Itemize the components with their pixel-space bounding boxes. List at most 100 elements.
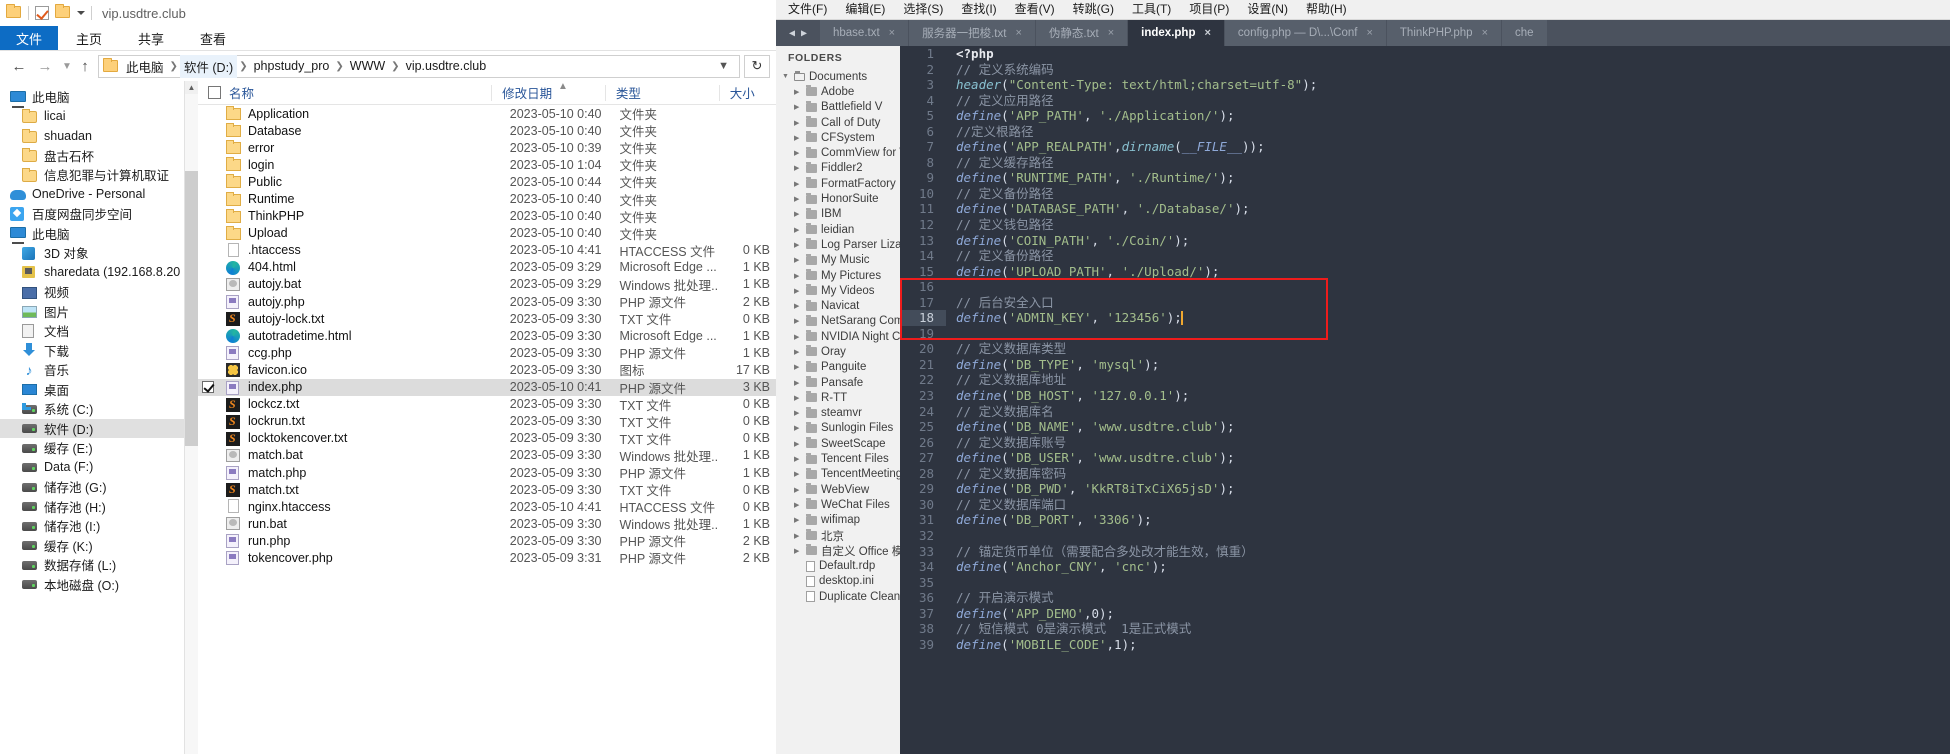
folder-tree-item-5[interactable]: ▶ CommView for W xyxy=(776,145,900,160)
code-line-22[interactable]: 22 // 定义数据库地址 xyxy=(900,372,1950,388)
nav-item-3[interactable]: 盘古石杯 xyxy=(0,146,184,166)
nav-item-5[interactable]: OneDrive - Personal xyxy=(0,185,184,205)
nav-item-25[interactable]: 本地磁盘 (O:) xyxy=(0,575,184,595)
chevron-right-icon[interactable]: ▶ xyxy=(794,287,802,295)
folder-tree-item-15[interactable]: ▶ Navicat xyxy=(776,298,900,313)
folder-tree-item-28[interactable]: ▶ WeChat Files xyxy=(776,497,900,512)
nav-item-15[interactable]: 桌面 xyxy=(0,380,184,400)
cell-name[interactable]: tokencover.php xyxy=(218,550,500,566)
close-icon[interactable]: × xyxy=(1204,27,1210,39)
folder-tree-item-31[interactable]: ▶ 自定义 Office 模 xyxy=(776,543,900,558)
menu-item-1[interactable]: 编辑(E) xyxy=(837,0,893,19)
chevron-right-icon[interactable]: ▶ xyxy=(794,241,802,249)
breadcrumb[interactable]: 此电脑 ❯ 软件 (D:) ❯ phpstudy_pro ❯ WWW ❯ vip.usdtre.… xyxy=(98,54,740,78)
folder-tree-item-6[interactable]: ▶ Fiddler2 xyxy=(776,161,900,176)
cell-name[interactable]: ThinkPHP xyxy=(218,209,500,224)
code-line-34[interactable]: 34 define('Anchor_CNY', 'cnc'); xyxy=(900,559,1950,575)
code-line-6[interactable]: 6 //定义根路径 xyxy=(900,124,1950,140)
chevron-down-icon[interactable] xyxy=(77,11,85,15)
chevron-right-icon[interactable]: ▶ xyxy=(794,516,802,524)
folder-tree-item-32[interactable]: Default.rdp xyxy=(776,559,900,574)
table-row[interactable]: 404.html 2023-05-09 3:29 Microsoft Edge ..… xyxy=(198,259,776,276)
cell-name[interactable]: autojy-lock.txt xyxy=(218,311,500,327)
code-line-29[interactable]: 29 define('DB_PWD', 'KkRT8iTxCiX65jsD'); xyxy=(900,481,1950,497)
select-all-checkbox[interactable] xyxy=(208,86,221,99)
folder-tree-item-30[interactable]: ▶ 北京 xyxy=(776,528,900,543)
close-icon[interactable]: × xyxy=(1366,27,1372,39)
table-row[interactable]: Upload 2023-05-10 0:40 文件夹 xyxy=(198,225,776,242)
chevron-right-icon[interactable]: ▶ xyxy=(794,149,802,157)
table-row[interactable]: ThinkPHP 2023-05-10 0:40 文件夹 xyxy=(198,208,776,225)
chevron-right-icon[interactable]: ▶ xyxy=(794,119,802,127)
nav-item-13[interactable]: 下载 xyxy=(0,341,184,361)
cell-name[interactable]: locktokencover.txt xyxy=(218,431,500,446)
ribbon-tab-share[interactable]: 共享 xyxy=(120,26,182,50)
cell-name[interactable]: autojy.php xyxy=(218,294,500,310)
menu-item-3[interactable]: 查找(I) xyxy=(953,0,1004,19)
menu-item-5[interactable]: 转跳(G) xyxy=(1065,0,1122,19)
folder-tree-item-25[interactable]: ▶ Tencent Files xyxy=(776,451,900,466)
ribbon-tab-file[interactable]: 文件 xyxy=(0,26,59,50)
code-line-1[interactable]: 1 <?php xyxy=(900,46,1950,62)
nav-item-22[interactable]: 储存池 (I:) xyxy=(0,516,184,536)
code-line-28[interactable]: 28 // 定义数据库密码 xyxy=(900,466,1950,482)
folder-tree-item-21[interactable]: ▶ R-TT xyxy=(776,390,900,405)
folder-tree-item-20[interactable]: ▶ Pansafe xyxy=(776,375,900,390)
code-line-35[interactable]: 35 xyxy=(900,575,1950,591)
code-line-23[interactable]: 23 define('DB_HOST', '127.0.0.1'); xyxy=(900,388,1950,404)
folder-tree-item-0[interactable]: ▼ Documents xyxy=(776,69,900,84)
folder-tree-item-1[interactable]: ▶ Adobe xyxy=(776,84,900,99)
code-area[interactable]: 1 <?php 2// 定义系统编码 3 header("Content-Type: t… xyxy=(900,46,1950,754)
code-line-20[interactable]: 20 // 定义数据库类型 xyxy=(900,341,1950,357)
tab-scroll-arrows[interactable]: ◀ ▶ xyxy=(776,20,820,46)
menu-item-0[interactable]: 文件(F) xyxy=(780,0,835,19)
nav-item-8[interactable]: 3D 对象 xyxy=(0,243,184,263)
nav-item-19[interactable]: Data (F:) xyxy=(0,458,184,478)
nav-item-17[interactable]: 软件 (D:) xyxy=(0,418,184,438)
cell-name[interactable]: Application xyxy=(218,106,500,121)
nav-item-11[interactable]: 图片 xyxy=(0,302,184,322)
code-line-5[interactable]: 5 define('APP_PATH', './Application/'); xyxy=(900,108,1950,124)
column-header-type[interactable]: 类型 xyxy=(604,84,719,101)
code-line-37[interactable]: 37 define('APP_DEMO',0); xyxy=(900,606,1950,622)
chevron-down-icon[interactable]: ▼ xyxy=(710,60,737,72)
editor-tab-5[interactable]: ThinkPHP.php × xyxy=(1386,20,1503,46)
chevron-right-icon[interactable]: ▶ xyxy=(794,272,802,280)
breadcrumb-item[interactable]: vip.usdtre.club xyxy=(402,57,491,75)
editor-tab-2[interactable]: 伪静态.txt × xyxy=(1035,20,1129,46)
folder-tree-item-26[interactable]: ▶ TencentMeeting xyxy=(776,467,900,482)
nav-item-24[interactable]: 数据存储 (L:) xyxy=(0,555,184,575)
code-line-17[interactable]: 17 // 后台安全入口 xyxy=(900,295,1950,311)
table-row[interactable]: match.php 2023-05-09 3:30 PHP 源文件 1 KB xyxy=(198,464,776,481)
nav-item-9[interactable]: sharedata (192.168.8.20 (Samba xyxy=(0,263,184,283)
table-row[interactable]: Public 2023-05-10 0:44 文件夹 xyxy=(198,173,776,190)
cell-name[interactable]: lockcz.txt xyxy=(218,397,500,412)
nav-item-20[interactable]: 储存池 (G:) xyxy=(0,477,184,497)
code-line-15[interactable]: 15 define('UPLOAD_PATH', './Upload/'); xyxy=(900,264,1950,280)
code-line-16[interactable]: 16 xyxy=(900,279,1950,295)
chevron-right-icon[interactable]: ❯ xyxy=(389,61,401,72)
folder-tree-item-27[interactable]: ▶ WebView xyxy=(776,482,900,497)
chevron-right-icon[interactable]: ❯ xyxy=(333,61,345,72)
nav-item-4[interactable]: 信息犯罪与计算机取证 xyxy=(0,165,184,185)
cell-name[interactable]: Upload xyxy=(218,226,500,241)
chevron-right-icon[interactable]: ▶ xyxy=(794,547,802,555)
chevron-right-icon[interactable]: ▶ xyxy=(794,134,802,142)
editor-tab-4[interactable]: config.php — D\...\Conf × xyxy=(1224,20,1387,46)
cell-name[interactable]: nginx.htaccess xyxy=(218,499,500,514)
cell-name[interactable]: Runtime xyxy=(218,192,500,207)
code-line-38[interactable]: 38 // 短信模式 0是演示模式 1是正式模式 xyxy=(900,621,1950,637)
cell-name[interactable]: error xyxy=(218,140,500,155)
cell-name[interactable]: login xyxy=(218,157,500,172)
table-row[interactable]: Database 2023-05-10 0:40 文件夹 xyxy=(198,122,776,139)
code-line-32[interactable]: 32 xyxy=(900,528,1950,544)
code-line-10[interactable]: 10 // 定义备份路径 xyxy=(900,186,1950,202)
cell-name[interactable]: lockrun.txt xyxy=(218,414,500,429)
folder-icon[interactable] xyxy=(6,6,22,20)
table-row[interactable]: run.php 2023-05-09 3:30 PHP 源文件 2 KB xyxy=(198,532,776,549)
code-line-18[interactable]: 18 define('ADMIN_KEY', '123456'); xyxy=(900,310,1950,326)
breadcrumb-item[interactable]: 软件 (D:) xyxy=(179,54,238,78)
code-line-30[interactable]: 30 // 定义数据库端口 xyxy=(900,497,1950,513)
folder-tree-item-14[interactable]: ▶ My Videos xyxy=(776,283,900,298)
nav-item-6[interactable]: 百度网盘同步空间 xyxy=(0,204,184,224)
